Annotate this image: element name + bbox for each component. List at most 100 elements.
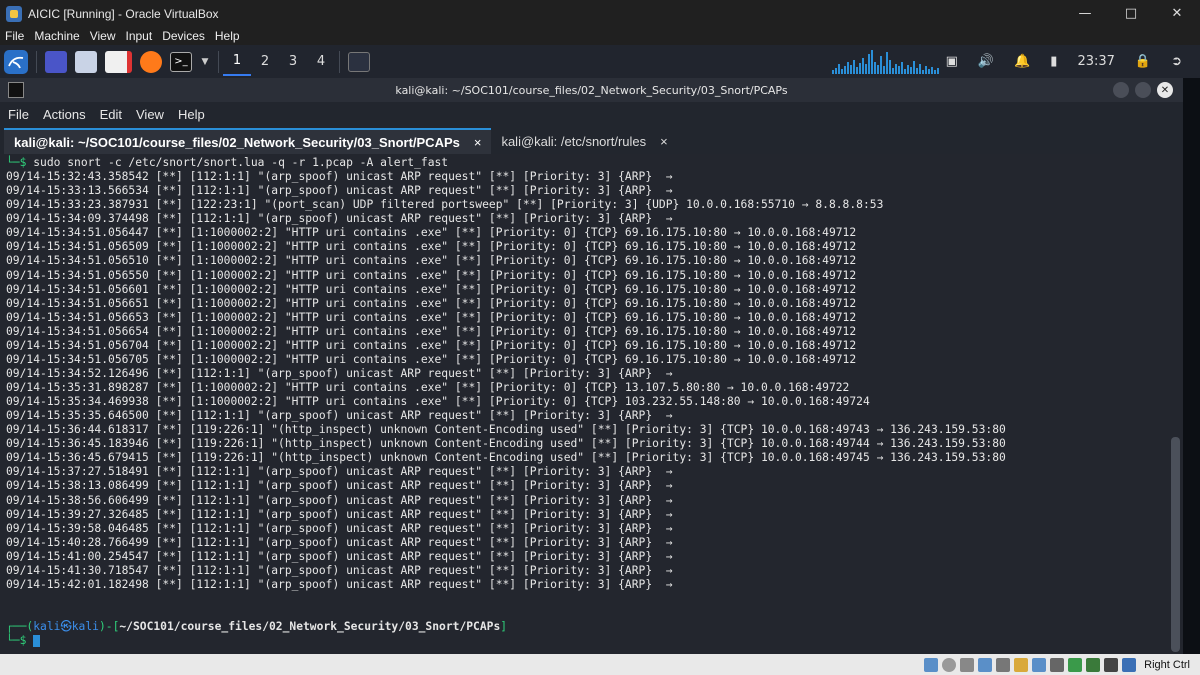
maximize-button[interactable]: □: [1108, 0, 1154, 27]
prompt-user: kali: [33, 620, 61, 634]
video-capture-icon[interactable]: [1050, 657, 1065, 672]
terminal-menu-file[interactable]: File: [0, 107, 35, 122]
snort-alert-output: 09/14-15:32:43.358542 [**] [112:1:1] "(a…: [6, 170, 1006, 591]
vbox-statusbar: Right Ctrl: [0, 654, 1200, 675]
alert-line: 09/14-15:41:00.254547 [**] [112:1:1] "(a…: [6, 549, 673, 563]
virtualbox-logo-icon: [6, 5, 22, 22]
terminal-menu-actions[interactable]: Actions: [35, 107, 92, 122]
alert-line: 09/14-15:34:51.056654 [**] [1:1000002:2]…: [6, 324, 857, 338]
terminal-menu-view[interactable]: View: [128, 107, 170, 122]
alert-line: 09/14-15:37:27.518491 [**] [112:1:1] "(a…: [6, 465, 673, 479]
alert-line: 09/14-15:38:56.606499 [**] [112:1:1] "(a…: [6, 493, 673, 507]
cpu-status-icon[interactable]: [1086, 657, 1101, 672]
tab-snort-rules[interactable]: kali@kali: /etc/snort/rules ×: [491, 128, 677, 154]
alert-line: 09/14-15:34:51.056704 [**] [1:1000002:2]…: [6, 338, 857, 352]
text-editor-icon[interactable]: [105, 50, 132, 73]
terminal-launcher-icon[interactable]: >_: [170, 51, 192, 72]
alert-line: 09/14-15:35:35.646500 [**] [112:1:1] "(a…: [6, 409, 673, 423]
mouse-integration-icon[interactable]: [1104, 657, 1119, 672]
command-line: sudo snort -c /etc/snort/snort.lua -q -r…: [33, 156, 449, 169]
alert-line: 09/14-15:34:51.056653 [**] [1:1000002:2]…: [6, 310, 857, 324]
alert-line: 09/14-15:33:13.566534 [**] [112:1:1] "(a…: [6, 184, 673, 198]
tab-label: kali@kali: /etc/snort/rules: [501, 133, 647, 149]
vbox-menu-file[interactable]: File: [0, 29, 29, 43]
host-key-label: Right Ctrl: [1144, 658, 1190, 671]
terminal-menu-edit[interactable]: Edit: [92, 107, 128, 122]
system-tray: ▣ 🔊 🔔 ▮ 23:37 🔒 ➲: [936, 45, 1192, 78]
terminal-close-button[interactable]: ✕: [1157, 82, 1173, 98]
notifications-bell-icon[interactable]: 🔔: [1014, 54, 1030, 69]
alert-line: 09/14-15:34:51.056601 [**] [1:1000002:2]…: [6, 282, 857, 296]
alert-line: 09/14-15:34:51.056651 [**] [1:1000002:2]…: [6, 296, 857, 310]
alert-line: 09/14-15:36:45.183946 [**] [119:226:1] "…: [6, 437, 1006, 451]
alert-line: 09/14-15:34:52.126496 [**] [112:1:1] "(a…: [6, 366, 673, 380]
vbox-menubar: File Machine View Input Devices Help: [0, 27, 1200, 45]
alert-line: 09/14-15:32:43.358542 [**] [112:1:1] "(a…: [6, 170, 673, 184]
vbox-menu-view[interactable]: View: [85, 29, 121, 43]
network-icon[interactable]: [978, 657, 993, 672]
host-key-arrow-icon[interactable]: [1122, 657, 1137, 672]
workspace-4[interactable]: 4: [307, 48, 335, 76]
firefox-icon[interactable]: [140, 50, 162, 73]
tab-close-icon[interactable]: ×: [474, 135, 482, 150]
terminal-maximize-button[interactable]: [1135, 82, 1151, 98]
kali-menu-icon[interactable]: [4, 49, 28, 74]
alert-line: 09/14-15:34:51.056447 [**] [1:1000002:2]…: [6, 226, 857, 240]
scrollbar-thumb[interactable]: [1171, 437, 1180, 652]
guest-additions-icon[interactable]: [1068, 657, 1083, 672]
shared-folders-icon[interactable]: [1014, 657, 1029, 672]
tab-label: kali@kali: ~/SOC101/course_files/02_Netw…: [14, 134, 460, 150]
alert-line: 09/14-15:41:30.718547 [**] [112:1:1] "(a…: [6, 563, 673, 577]
panel-separator: [339, 50, 340, 73]
logout-icon[interactable]: ➲: [1171, 54, 1182, 69]
hard-disk-icon[interactable]: [924, 657, 939, 672]
prompt-path: ~/SOC101/course_files/02_Network_Securit…: [119, 620, 501, 634]
vbox-menu-devices[interactable]: Devices: [157, 29, 210, 43]
text-cursor: [33, 635, 41, 648]
dropdown-arrow-icon[interactable]: ▼: [200, 51, 210, 73]
alert-line: 09/14-15:34:51.056550 [**] [1:1000002:2]…: [6, 268, 857, 282]
alert-line: 09/14-15:35:31.898287 [**] [1:1000002:2]…: [6, 381, 850, 394]
terminal-window-icon: [8, 82, 24, 98]
tab-close-icon[interactable]: ×: [660, 134, 668, 149]
desktop-background-strip: [1183, 78, 1200, 654]
alert-line: 09/14-15:35:34.469938 [**] [1:1000002:2]…: [6, 395, 870, 409]
minimize-button[interactable]: —: [1062, 0, 1108, 27]
workspace-2[interactable]: 2: [251, 48, 279, 76]
lock-icon[interactable]: 🔒: [1135, 54, 1151, 69]
display-icon[interactable]: ▣: [946, 54, 958, 69]
terminal-minimize-button[interactable]: [1113, 82, 1129, 98]
alert-line: 09/14-15:34:51.056509 [**] [1:1000002:2]…: [6, 240, 857, 254]
terminal-scrollbar[interactable]: [1168, 154, 1183, 654]
terminal-window-title: kali@kali: ~/SOC101/course_files/02_Netw…: [395, 83, 788, 97]
alert-line: 09/14-15:40:28.766499 [**] [112:1:1] "(a…: [6, 535, 673, 549]
terminal-menubar: File Actions Edit View Help: [0, 102, 1183, 126]
terminal-output[interactable]: └─$ sudo snort -c /etc/snort/snort.lua -…: [0, 154, 1168, 654]
prompt-end: ]: [500, 620, 508, 634]
file-manager-icon[interactable]: [75, 50, 97, 73]
workspace-3[interactable]: 3: [279, 48, 307, 76]
usb-icon[interactable]: [996, 657, 1011, 672]
clock[interactable]: 23:37: [1077, 54, 1114, 69]
audio-icon[interactable]: [960, 657, 975, 672]
vbox-menu-help[interactable]: Help: [210, 29, 245, 43]
tab-pcaps[interactable]: kali@kali: ~/SOC101/course_files/02_Netw…: [4, 128, 492, 154]
terminal-task-icon[interactable]: [348, 51, 370, 72]
terminal-titlebar: kali@kali: ~/SOC101/course_files/02_Netw…: [0, 78, 1183, 102]
close-button[interactable]: ✕: [1154, 0, 1200, 27]
display-status-icon[interactable]: [1032, 657, 1047, 672]
show-desktop-icon[interactable]: [45, 50, 67, 73]
panel-separator: [36, 50, 37, 73]
volume-icon[interactable]: 🔊: [978, 54, 994, 69]
terminal-menu-help[interactable]: Help: [170, 107, 211, 122]
prompt-mid: )-[: [98, 620, 120, 634]
vbox-menu-machine[interactable]: Machine: [29, 29, 84, 43]
vbox-menu-input[interactable]: Input: [121, 29, 158, 43]
alert-line: 09/14-15:33:23.387931 [**] [122:23:1] "(…: [6, 198, 884, 212]
prompt-at-symbol: ㉿: [60, 620, 72, 634]
workspace-1[interactable]: 1: [223, 48, 251, 76]
alert-line: 09/14-15:42:01.182498 [**] [112:1:1] "(a…: [6, 577, 673, 591]
prompt-line2: └─$: [6, 634, 34, 648]
battery-icon[interactable]: ▮: [1050, 54, 1057, 69]
optical-drive-icon[interactable]: [942, 657, 957, 672]
